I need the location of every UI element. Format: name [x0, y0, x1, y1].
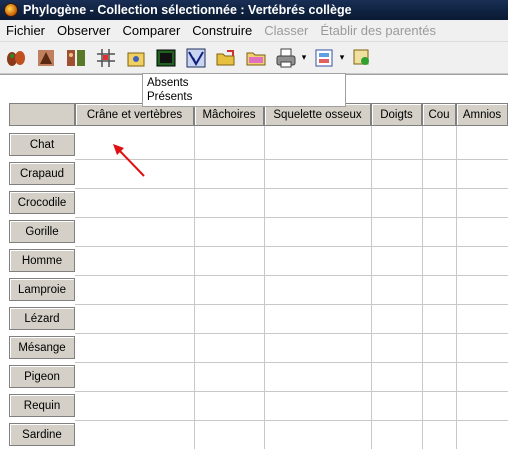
column-header-amnios[interactable]: Amnios	[456, 103, 508, 126]
notes-icon[interactable]	[122, 45, 150, 71]
row-header-gorille[interactable]: Gorille	[9, 220, 75, 243]
export-icon[interactable]	[310, 45, 338, 71]
grid-line	[75, 246, 508, 247]
row-header-mesange[interactable]: Mésange	[9, 336, 75, 359]
menu-construire[interactable]: Construire	[186, 23, 258, 38]
grid-line	[75, 188, 508, 189]
organisms-icon[interactable]	[2, 45, 30, 71]
menu-etablir-parentes[interactable]: Établir des parentés	[314, 23, 442, 38]
grid-line	[264, 126, 265, 449]
menu-classer[interactable]: Classer	[258, 23, 314, 38]
row-header-sardine[interactable]: Sardine	[9, 423, 75, 446]
export-dropdown-icon[interactable]: ▾	[338, 45, 346, 71]
grid-line	[75, 217, 508, 218]
column-header-doigts[interactable]: Doigts	[371, 103, 422, 126]
value-popup: Absents Présents	[142, 73, 346, 107]
row-header-chat[interactable]: Chat	[9, 133, 75, 156]
app-icon	[4, 3, 18, 17]
title-bar: Phylogène - Collection sélectionnée : Ve…	[0, 0, 508, 20]
grid-line	[456, 126, 457, 449]
grid-line	[75, 304, 508, 305]
matrix-corner	[9, 103, 75, 126]
tools-icon[interactable]	[348, 45, 376, 71]
menu-observer[interactable]: Observer	[51, 23, 116, 38]
row-header-lamproie[interactable]: Lamproie	[9, 278, 75, 301]
grid-line	[422, 126, 423, 449]
menu-fichier[interactable]: Fichier	[0, 23, 51, 38]
grid-line	[75, 362, 508, 363]
display-icon[interactable]	[152, 45, 180, 71]
column-header-cou[interactable]: Cou	[422, 103, 456, 126]
row-header-requin[interactable]: Requin	[9, 394, 75, 417]
matrix-icon[interactable]	[92, 45, 120, 71]
tree-icon[interactable]	[182, 45, 210, 71]
folder-icon[interactable]	[242, 45, 270, 71]
row-header-crapaud[interactable]: Crapaud	[9, 162, 75, 185]
menu-comparer[interactable]: Comparer	[116, 23, 186, 38]
row-header-homme[interactable]: Homme	[9, 249, 75, 272]
row-header-pigeon[interactable]: Pigeon	[9, 365, 75, 388]
print-dropdown-icon[interactable]: ▾	[300, 45, 308, 71]
grid-line	[75, 391, 508, 392]
grid-line	[371, 126, 372, 449]
menu-bar: Fichier Observer Comparer Construire Cla…	[0, 20, 508, 42]
grid-line	[75, 420, 508, 421]
popup-option-absents[interactable]: Absents	[147, 76, 345, 90]
open-folder-icon[interactable]	[212, 45, 240, 71]
window-title: Phylogène - Collection sélectionnée : Ve…	[23, 3, 352, 17]
row-header-crocodile[interactable]: Crocodile	[9, 191, 75, 214]
toolbar: ▾ ▾	[0, 42, 508, 74]
grid-line	[194, 126, 195, 449]
popup-option-presents[interactable]: Présents	[147, 90, 345, 104]
print-icon[interactable]	[272, 45, 300, 71]
row-header-lezard[interactable]: Lézard	[9, 307, 75, 330]
compare-icon[interactable]	[62, 45, 90, 71]
observe-icon[interactable]	[32, 45, 60, 71]
grid-line	[75, 333, 508, 334]
grid-line	[75, 275, 508, 276]
character-matrix: Crâne et vertèbres Mâchoires Squelette o…	[0, 74, 508, 475]
grid-line	[75, 159, 508, 160]
